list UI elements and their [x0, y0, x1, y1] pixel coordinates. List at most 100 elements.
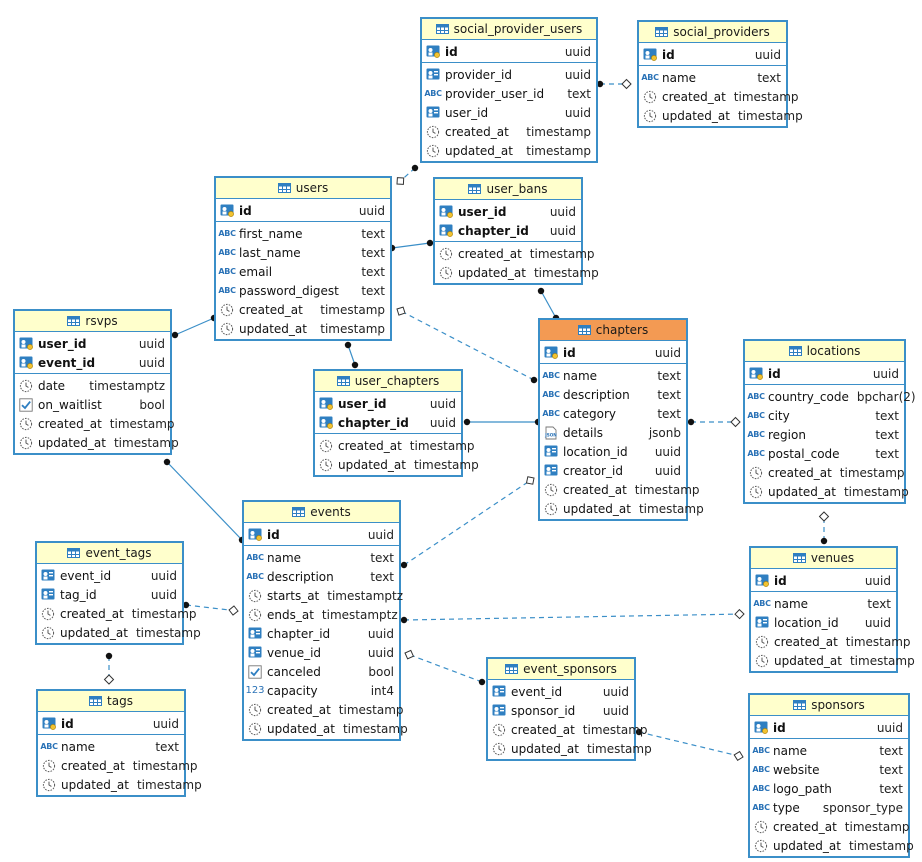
column-row[interactable]: id uuid [639, 45, 786, 64]
column-row[interactable]: ABC city text [745, 406, 904, 425]
column-row[interactable]: updated_at timestamp [745, 482, 909, 501]
column-row[interactable]: ABC country_code bpchar(2) [745, 387, 915, 406]
column-row[interactable]: ABC name text [750, 741, 908, 760]
column-row[interactable]: location_id uuid [540, 442, 686, 461]
column-row[interactable]: provider_id uuid [422, 65, 596, 84]
column-row[interactable]: updated_at timestamp [488, 739, 652, 758]
column-row[interactable]: ABC first_name text [216, 224, 390, 243]
column-row[interactable]: created_at timestamp [422, 122, 596, 141]
column-row[interactable]: id uuid [38, 714, 184, 733]
table-chapters[interactable]: chapters id uuid ABC name text ABC description t… [538, 318, 704, 521]
column-row[interactable]: ABC category text [540, 404, 686, 423]
column-row[interactable]: ABC description text [540, 385, 686, 404]
column-row[interactable]: updated_at timestamp [244, 719, 408, 738]
column-row[interactable]: ABC description text [244, 567, 399, 586]
column-row[interactable]: user_id uuid [435, 202, 581, 221]
column-row[interactable]: ABC name text [38, 737, 184, 756]
column-row[interactable]: id uuid [216, 201, 390, 220]
table-header[interactable]: event_sponsors [488, 659, 634, 680]
table-venues[interactable]: venues id uuid ABC name text location_id uuid cr… [749, 546, 915, 673]
column-row[interactable]: chapter_id uuid [315, 413, 461, 432]
column-row[interactable]: starts_at timestamptz [244, 586, 403, 605]
column-row[interactable]: user_id uuid [15, 334, 170, 353]
column-row[interactable]: sponsor_id uuid [488, 701, 634, 720]
table-header[interactable]: user_chapters [315, 371, 461, 392]
table-header[interactable]: events [244, 502, 399, 523]
column-row[interactable]: id uuid [751, 571, 896, 590]
column-row[interactable]: created_at timestamp [751, 632, 911, 651]
table-event-tags[interactable]: event_tags event_id uuid tag_id uuid created_… [35, 541, 201, 645]
column-row[interactable]: updated_at timestamp [315, 455, 479, 474]
column-row[interactable]: chapter_id uuid [435, 221, 581, 240]
column-row[interactable]: id uuid [422, 42, 596, 61]
column-row[interactable]: JSON details jsonb [540, 423, 686, 442]
column-row[interactable]: 123 capacity int4 [244, 681, 399, 700]
table-user-bans[interactable]: user_bans user_id uuid chapter_id uuidcreate… [433, 177, 599, 285]
table-events[interactable]: events id uuid ABC name text ABC description tex… [242, 500, 408, 741]
relation-line-user-bans-to-chapters[interactable] [540, 290, 557, 319]
column-row[interactable]: user_id uuid [315, 394, 461, 413]
column-row[interactable]: ABC name text [639, 68, 786, 87]
column-row[interactable]: ABC name text [751, 594, 896, 613]
column-row[interactable]: created_at timestamp [435, 244, 595, 263]
column-row[interactable]: id uuid [244, 525, 399, 544]
column-row[interactable]: ends_at timestamptz [244, 605, 399, 624]
column-row[interactable]: created_at timestamp [315, 436, 475, 455]
column-row[interactable]: created_at timestamp [37, 604, 197, 623]
table-social-provider-users[interactable]: social_provider_users id uuid provider_id uu… [420, 17, 598, 163]
column-row[interactable]: event_id uuid [15, 353, 170, 372]
column-row[interactable]: event_id uuid [37, 566, 182, 585]
column-row[interactable]: updated_at timestamp [38, 775, 202, 794]
table-tags[interactable]: tags id uuid ABC name text created_at timestamp… [36, 689, 202, 797]
relation-line-rsvps-to-events[interactable] [166, 461, 243, 541]
column-row[interactable]: on_waitlist bool [15, 395, 170, 414]
column-row[interactable]: creator_id uuid [540, 461, 686, 480]
column-row[interactable]: ABC region text [745, 425, 904, 444]
relation-line-event-sponsors-to-sponsors[interactable] [638, 731, 744, 758]
column-row[interactable]: tag_id uuid [37, 585, 182, 604]
table-header[interactable]: rsvps [15, 311, 170, 332]
column-row[interactable]: created_at timestamp [38, 756, 198, 775]
table-header[interactable]: event_tags [37, 543, 182, 564]
table-header[interactable]: chapters [540, 320, 686, 341]
relation-line-events-to-venues[interactable] [403, 613, 745, 621]
column-row[interactable]: created_at timestamp [639, 87, 799, 106]
table-header[interactable]: venues [751, 548, 896, 569]
table-social-providers[interactable]: social_providersid uuid ABC name text created… [637, 20, 803, 128]
table-header[interactable]: sponsors [750, 695, 908, 716]
column-row[interactable]: created_at timestamp [745, 463, 905, 482]
column-row[interactable]: id uuid [750, 718, 908, 737]
column-row[interactable]: updated_at timestamp [15, 433, 179, 452]
column-row[interactable]: updated_at timestamp [750, 836, 914, 855]
relation-line-rsvps-to-users[interactable] [174, 317, 215, 336]
table-user-chapters[interactable]: user_chapters user_id uuid chapter_id uuidcr… [313, 369, 479, 477]
column-row[interactable]: updated_at timestamp [37, 623, 201, 642]
column-row[interactable]: created_at timestamp [488, 720, 648, 739]
column-row[interactable]: chapter_id uuid [244, 624, 399, 643]
column-row[interactable]: ABC name text [540, 366, 686, 385]
column-row[interactable]: updated_at timestamp [540, 499, 704, 518]
column-row[interactable]: created_at timestamp [244, 700, 404, 719]
table-header[interactable]: user_bans [435, 179, 581, 200]
column-row[interactable]: canceled bool [244, 662, 399, 681]
column-row[interactable]: created_at timestamp [15, 414, 175, 433]
table-sponsors[interactable]: sponsors id uuid ABC name text ABC website text A… [748, 693, 914, 858]
column-row[interactable]: event_id uuid [488, 682, 634, 701]
column-row[interactable]: ABC password_digest text [216, 281, 390, 300]
relation-line-events-to-chapters[interactable] [403, 477, 535, 566]
column-row[interactable]: location_id uuid [751, 613, 896, 632]
table-users[interactable]: users id uuid ABC first_name text ABC last_name… [214, 176, 392, 341]
table-header[interactable]: social_providers [639, 22, 786, 43]
table-event-sponsors[interactable]: event_sponsors event_id uuid sponsor_id uuid… [486, 657, 652, 761]
column-row[interactable]: created_at timestamp [216, 300, 390, 319]
column-row[interactable]: ABC email text [216, 262, 390, 281]
column-row[interactable]: created_at timestamp [540, 480, 700, 499]
column-row[interactable]: ABC name text [244, 548, 399, 567]
table-locations[interactable]: locations id uuid ABC country_code bpchar(2) A… [743, 339, 916, 504]
relation-line-user-bans-to-users[interactable] [391, 242, 431, 249]
column-row[interactable]: updated_at timestamp [422, 141, 596, 160]
relation-line-event-sponsors-to-events[interactable] [404, 652, 483, 683]
column-row[interactable]: ABC type sponsor_type [750, 798, 908, 817]
column-row[interactable]: id uuid [745, 364, 904, 383]
column-row[interactable]: updated_at timestamp [435, 263, 599, 282]
